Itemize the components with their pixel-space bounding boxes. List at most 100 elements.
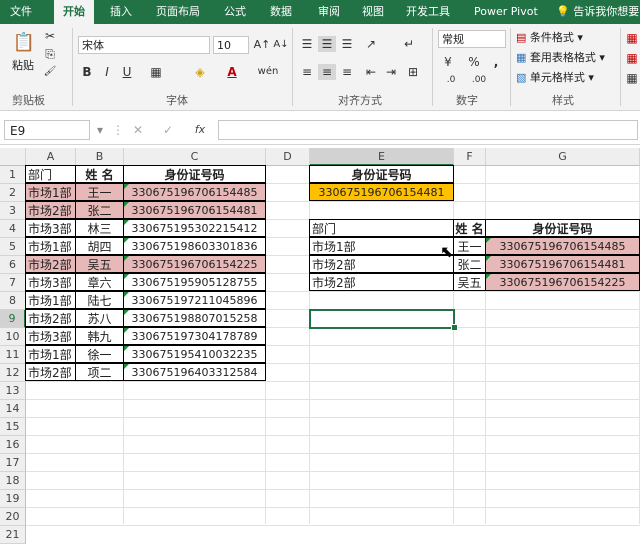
error-indicator-icon[interactable] [486, 274, 491, 279]
align-top-icon[interactable]: ☰ [298, 36, 316, 52]
enter-icon[interactable]: ✓ [160, 122, 176, 138]
table2-name-cell[interactable]: 王一 [453, 237, 486, 255]
table1-name-cell[interactable]: 苏八 [75, 309, 124, 327]
border-icon[interactable]: ▦ [148, 64, 164, 80]
merge-center-icon[interactable]: ⊞ [404, 64, 422, 80]
align-left-icon[interactable]: ≡ [298, 64, 316, 80]
tab-power-pivot[interactable]: Power Pivot [474, 0, 544, 24]
formula-input[interactable] [218, 120, 638, 140]
tab-page-layout[interactable]: 页面布局 [156, 0, 206, 24]
table1-dept-cell[interactable]: 市场2部 [25, 363, 76, 381]
percent-icon[interactable]: % [466, 54, 482, 70]
row-header-11[interactable]: 11 [0, 346, 26, 364]
error-indicator-icon[interactable] [486, 238, 491, 243]
row-header-3[interactable]: 3 [0, 202, 26, 220]
paste-icon[interactable]: 📋 [12, 30, 36, 56]
table1-name-cell[interactable]: 徐一 [75, 345, 124, 363]
error-indicator-icon[interactable] [124, 346, 129, 351]
table2-id-cell[interactable]: 330675196706154225 [485, 273, 640, 291]
table1-id-cell[interactable]: 330675196706154481 [123, 201, 266, 219]
name-box[interactable]: E9 [4, 120, 90, 140]
tab-file[interactable]: 文件 [10, 0, 40, 24]
select-all-corner[interactable] [0, 148, 26, 166]
table2-id-cell[interactable]: 330675196706154481 [485, 255, 640, 273]
copy-icon[interactable]: ⎘ [42, 46, 58, 62]
insert-function-icon[interactable]: fx [190, 122, 210, 138]
table2-id-cell[interactable]: 330675196706154485 [485, 237, 640, 255]
cut-icon[interactable]: ✂ [42, 28, 58, 44]
column-header-d[interactable]: D [266, 148, 310, 166]
align-right-icon[interactable]: ≡ [338, 64, 356, 80]
table1-name-cell[interactable]: 韩九 [75, 327, 124, 345]
font-color-icon[interactable]: A [224, 64, 240, 80]
format-painter-icon[interactable]: 🖌 [42, 64, 58, 80]
table1-header[interactable]: 身份证号码 [123, 165, 266, 183]
row-header-16[interactable]: 16 [0, 436, 26, 454]
table2-header[interactable]: 部门 [309, 219, 454, 237]
column-header-a[interactable]: A [26, 148, 76, 166]
format-as-table-button[interactable]: ▦ 套用表格格式 ▾ [516, 50, 605, 66]
tell-me-box[interactable]: 💡 告诉我你想要 [556, 0, 639, 24]
error-indicator-icon[interactable] [124, 310, 129, 315]
align-center-icon[interactable]: ≡ [318, 64, 336, 80]
conditional-formatting-button[interactable]: ▤ 条件格式 ▾ [516, 30, 583, 46]
lookup-header[interactable]: 身份证号码 [309, 165, 454, 183]
row-header-5[interactable]: 5 [0, 238, 26, 256]
row-header-10[interactable]: 10 [0, 328, 26, 346]
currency-icon[interactable]: ¥ [440, 54, 456, 70]
lookup-value[interactable]: 330675196706154481 [309, 183, 454, 201]
row-header-15[interactable]: 15 [0, 418, 26, 436]
phonetic-icon[interactable]: wén [256, 64, 280, 80]
decrease-indent-icon[interactable]: ⇤ [362, 64, 380, 80]
row-header-8[interactable]: 8 [0, 292, 26, 310]
table1-dept-cell[interactable]: 市场1部 [25, 345, 76, 363]
column-header-e[interactable]: E [310, 148, 454, 166]
row-header-20[interactable]: 20 [0, 508, 26, 526]
row-header-2[interactable]: 2 [0, 184, 26, 202]
italic-button[interactable]: I [100, 64, 114, 80]
tab-insert[interactable]: 插入 [110, 0, 140, 24]
table2-header[interactable]: 身份证号码 [485, 219, 640, 237]
table1-dept-cell[interactable]: 市场2部 [25, 201, 76, 219]
decrease-decimal-icon[interactable]: .00 [466, 72, 492, 88]
column-header-c[interactable]: C [124, 148, 266, 166]
column-header-f[interactable]: F [454, 148, 486, 166]
align-bottom-icon[interactable]: ☰ [338, 36, 356, 52]
table1-name-cell[interactable]: 张二 [75, 201, 124, 219]
table1-id-cell[interactable]: 330675197211045896 [123, 291, 266, 309]
table1-id-cell[interactable]: 330675198807015258 [123, 309, 266, 327]
tab-home[interactable]: 开始 [54, 0, 94, 24]
number-format-combo[interactable]: 常规 [438, 30, 506, 48]
align-middle-icon[interactable]: ☰ [318, 36, 336, 52]
table1-id-cell[interactable]: 330675195410032235 [123, 345, 266, 363]
grow-font-icon[interactable]: A↑ [253, 37, 271, 53]
error-indicator-icon[interactable] [124, 184, 129, 189]
table2-name-cell[interactable]: 吴五 [453, 273, 486, 291]
error-indicator-icon[interactable] [124, 292, 129, 297]
row-header-7[interactable]: 7 [0, 274, 26, 292]
table2-dept-cell[interactable]: 市场1部 [309, 237, 454, 255]
table1-id-cell[interactable]: 330675196706154485 [123, 183, 266, 201]
column-header-g[interactable]: G [486, 148, 640, 166]
table1-dept-cell[interactable]: 市场1部 [25, 291, 76, 309]
insert-cells-icon[interactable]: ▦ [624, 30, 640, 46]
fill-handle[interactable] [451, 324, 458, 331]
row-header-13[interactable]: 13 [0, 382, 26, 400]
table1-dept-cell[interactable]: 市场3部 [25, 273, 76, 291]
table1-id-cell[interactable]: 330675196403312584 [123, 363, 266, 381]
table1-name-cell[interactable]: 王一 [75, 183, 124, 201]
table1-name-cell[interactable]: 吴五 [75, 255, 124, 273]
table1-dept-cell[interactable]: 市场2部 [25, 309, 76, 327]
delete-cells-icon[interactable]: ▦ [624, 50, 640, 66]
orientation-icon[interactable]: ↗ [362, 36, 380, 52]
active-cell-e9[interactable] [309, 309, 455, 329]
comma-icon[interactable]: , [490, 54, 502, 70]
drag-handle-icon[interactable]: ⋮ [112, 122, 124, 138]
error-indicator-icon[interactable] [124, 328, 129, 333]
bold-button[interactable]: B [80, 64, 94, 80]
name-box-dropdown-icon[interactable]: ▾ [94, 122, 106, 138]
table1-id-cell[interactable]: 330675198603301836 [123, 237, 266, 255]
table1-name-cell[interactable]: 陆七 [75, 291, 124, 309]
error-indicator-icon[interactable] [124, 220, 129, 225]
row-header-1[interactable]: 1 [0, 166, 26, 184]
